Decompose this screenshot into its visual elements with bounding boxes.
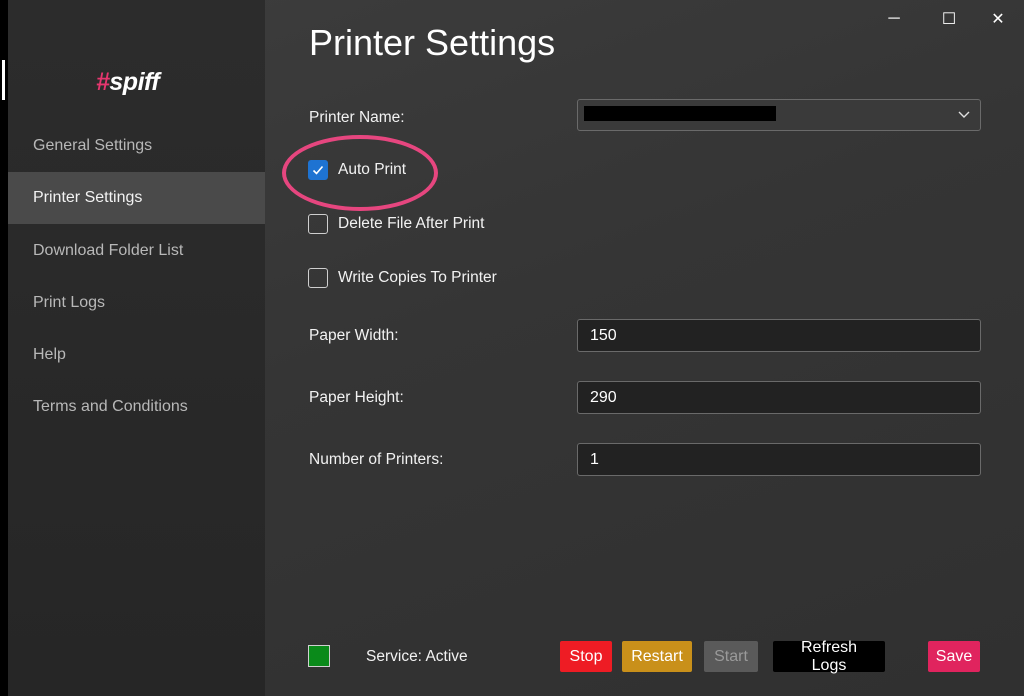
number-of-printers-input[interactable] bbox=[577, 443, 981, 476]
paper-height-input[interactable] bbox=[577, 381, 981, 414]
write-copies-check-box[interactable] bbox=[308, 268, 328, 288]
save-button[interactable]: Save bbox=[928, 641, 980, 672]
delete-file-after-print-checkbox[interactable]: Delete File After Print bbox=[308, 214, 484, 234]
refresh-logs-button[interactable]: Refresh Logs bbox=[773, 639, 885, 674]
app-window: #spiff General Settings Printer Settings… bbox=[8, 0, 1024, 696]
paper-height-label: Paper Height: bbox=[309, 389, 404, 406]
sidebar: #spiff General Settings Printer Settings… bbox=[8, 0, 265, 696]
stop-button[interactable]: Stop bbox=[560, 641, 612, 672]
service-status-text: Service: Active bbox=[366, 648, 468, 665]
printer-name-select[interactable] bbox=[577, 99, 981, 131]
highlight-circle bbox=[282, 135, 438, 211]
paper-width-input[interactable] bbox=[577, 319, 981, 352]
start-button[interactable]: Start bbox=[704, 641, 758, 672]
chevron-down-icon bbox=[958, 111, 970, 118]
sidebar-item-general-settings[interactable]: General Settings bbox=[8, 120, 265, 172]
sidebar-item-download-folder-list[interactable]: Download Folder List bbox=[8, 225, 265, 277]
delete-file-check-box[interactable] bbox=[308, 214, 328, 234]
sidebar-item-help[interactable]: Help bbox=[8, 329, 265, 381]
maximize-icon[interactable]: ☐ bbox=[934, 8, 964, 30]
sidebar-item-print-logs[interactable]: Print Logs bbox=[8, 277, 265, 329]
screen-left-edge bbox=[0, 0, 8, 696]
spiff-logo: #spiff bbox=[96, 68, 160, 96]
restart-button[interactable]: Restart bbox=[622, 641, 692, 672]
delete-file-label: Delete File After Print bbox=[338, 215, 485, 232]
service-status-indicator bbox=[308, 645, 330, 667]
sidebar-item-printer-settings[interactable]: Printer Settings bbox=[8, 172, 265, 224]
paper-width-label: Paper Width: bbox=[309, 327, 399, 344]
page-title: Printer Settings bbox=[309, 22, 556, 63]
write-copies-label: Write Copies To Printer bbox=[338, 269, 497, 286]
write-copies-to-printer-checkbox[interactable]: Write Copies To Printer bbox=[308, 268, 497, 288]
number-of-printers-label: Number of Printers: bbox=[309, 451, 444, 468]
close-icon[interactable]: ✕ bbox=[983, 8, 1013, 30]
cursor-mark bbox=[2, 60, 5, 100]
redaction-bar bbox=[584, 106, 776, 121]
printer-name-label: Printer Name: bbox=[309, 109, 405, 126]
minimize-icon[interactable]: ─ bbox=[879, 8, 909, 30]
sidebar-item-terms-and-conditions[interactable]: Terms and Conditions bbox=[8, 381, 265, 433]
